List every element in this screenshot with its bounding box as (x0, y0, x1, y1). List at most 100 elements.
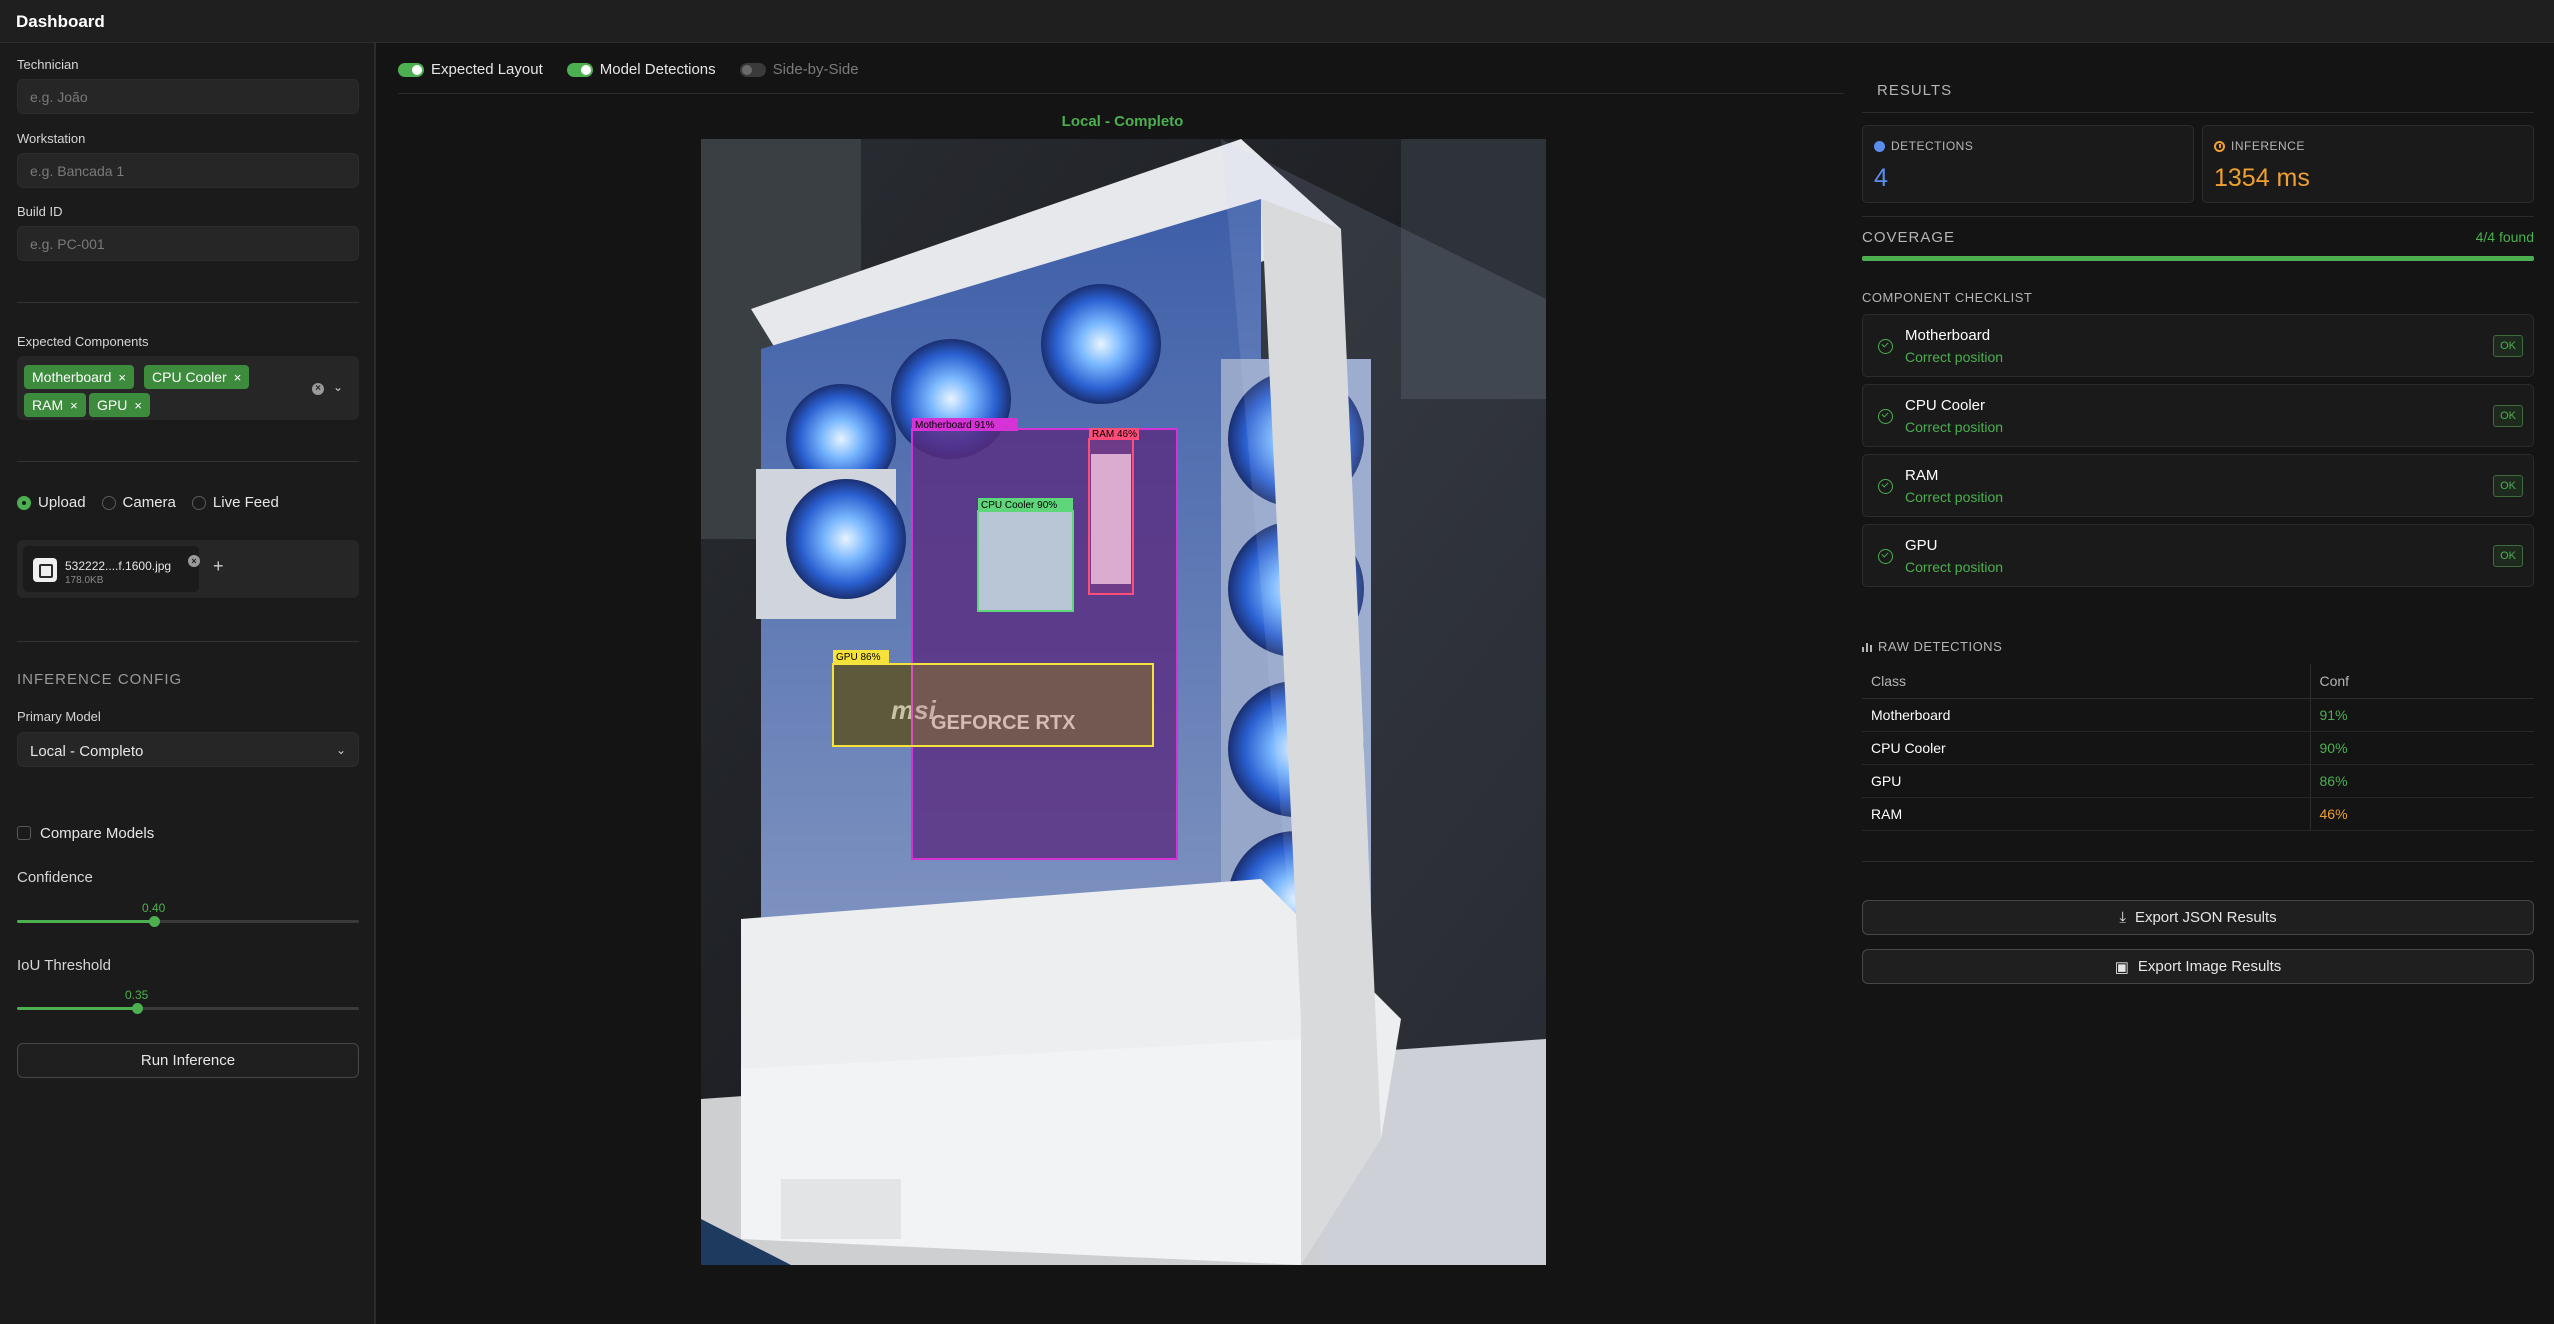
divider (1862, 861, 2534, 862)
divider (17, 302, 359, 303)
confidence-label: Confidence (17, 869, 93, 886)
tag-remove-icon[interactable]: × (234, 370, 242, 385)
conf-cell: 86% (2310, 764, 2534, 798)
radio-label: Live Feed (212, 494, 279, 511)
check-circle-icon (1878, 479, 1893, 494)
class-cell: CPU Cooler (1862, 731, 2311, 765)
add-file-icon[interactable]: + (213, 556, 224, 577)
view-toggles: Expected Layout Model Detections Side-by… (398, 61, 859, 78)
toggle-switch (398, 62, 424, 77)
checklist-status: Correct position (1905, 489, 2004, 505)
inference-card: INFERENCE 1354 ms (2202, 125, 2534, 203)
chevron-down-icon[interactable]: ⌄ (333, 380, 343, 394)
radio-dot (191, 495, 206, 510)
workstation-label: Workstation (17, 131, 86, 146)
file-upload-area[interactable]: 532222....f.1600.jpg 178.0KB × + (17, 540, 359, 598)
raw-detections-heading: RAW DETECTIONS (1862, 639, 2002, 654)
build-id-label: Build ID (17, 204, 63, 219)
detections-label: DETECTIONS (1891, 139, 1974, 153)
radio-dot (17, 495, 31, 510)
class-cell: RAM (1862, 797, 2311, 831)
file-card: 532222....f.1600.jpg 178.0KB × (23, 546, 200, 592)
top-bar: Dashboard (0, 0, 2554, 43)
viewer-panel: Expected Layout Model Detections Side-by… (378, 43, 1848, 1324)
coverage-label: COVERAGE (1862, 229, 1956, 246)
workstation-input[interactable] (17, 153, 359, 188)
toggle-switch (739, 62, 766, 77)
gpu-detection-box (832, 663, 1154, 747)
column-header-conf: Conf (2310, 664, 2534, 699)
motherboard-detection-label: Motherboard 91% (915, 420, 995, 431)
radio-label: Upload (38, 494, 86, 511)
sidebar: Technician Workstation Build ID Expected… (0, 43, 376, 1324)
radio-upload[interactable]: Upload (17, 494, 86, 511)
checklist-item-cpu-cooler: CPU Cooler Correct position OK (1862, 384, 2534, 447)
conf-cell: 46% (2310, 797, 2534, 831)
iou-threshold-label: IoU Threshold (17, 957, 111, 974)
primary-model-label: Primary Model (17, 709, 101, 724)
inspection-image: msi GEFORCE RTX Motherboard 91% RAM 46% … (701, 139, 1546, 1265)
tag-label: Motherboard (32, 369, 112, 385)
compare-models-checkbox[interactable] (17, 826, 31, 840)
export-image-button[interactable]: ▣ Export Image Results (1862, 949, 2534, 984)
inference-config-heading: INFERENCE CONFIG (17, 671, 183, 688)
tag-label: GPU (97, 397, 128, 413)
toggle-expected-layout[interactable]: Expected Layout (398, 61, 543, 78)
remove-file-icon[interactable]: × (188, 555, 200, 567)
pc-case-photo: msi GEFORCE RTX Motherboard 91% RAM 46% … (701, 139, 1546, 1265)
tag-cpu-cooler: CPU Cooler × (144, 365, 250, 389)
status-badge: OK (2493, 545, 2523, 567)
check-circle-icon (1878, 339, 1893, 354)
checklist-name: CPU Cooler (1905, 397, 1986, 414)
clear-all-icon[interactable]: × (312, 383, 324, 395)
tag-remove-icon[interactable]: × (134, 398, 142, 413)
iou-slider[interactable] (17, 998, 359, 1018)
table-row: Motherboard 91% (1862, 698, 2534, 732)
radio-camera[interactable]: Camera (101, 494, 176, 511)
checklist-name: RAM (1905, 467, 1939, 484)
status-badge: OK (2493, 475, 2523, 497)
cpu-cooler-detection-label: CPU Cooler 90% (981, 500, 1057, 511)
checklist-name: Motherboard (1905, 327, 1991, 344)
run-inference-button[interactable]: Run Inference (17, 1043, 359, 1078)
motherboard-detection-box (911, 428, 1178, 860)
model-title: Local - Completo (1061, 113, 1184, 130)
expected-components-select[interactable]: Motherboard × CPU Cooler × RAM × GPU × ×… (17, 356, 359, 420)
toggle-model-detections[interactable]: Model Detections (566, 61, 716, 78)
checklist-item-gpu: GPU Correct position OK (1862, 524, 2534, 587)
ram-detection-box (1088, 438, 1134, 595)
chevron-down-icon: ⌄ (335, 743, 346, 757)
toggle-label: Expected Layout (431, 61, 543, 78)
checklist-status: Correct position (1905, 559, 2004, 575)
gpu-detection-label: GPU 86% (836, 652, 881, 663)
table-row: GPU 86% (1862, 764, 2534, 798)
toggle-label: Model Detections (599, 61, 716, 78)
export-json-button[interactable]: ⤓ Export JSON Results (1862, 900, 2534, 935)
clock-icon (2214, 140, 2225, 152)
tag-remove-icon[interactable]: × (70, 398, 78, 413)
column-header-class: Class (1862, 664, 2311, 699)
check-circle-icon (1878, 409, 1893, 424)
build-id-input[interactable] (17, 226, 359, 261)
download-icon: ⤓ (2119, 909, 2126, 926)
tag-label: CPU Cooler (152, 369, 227, 385)
slider-thumb[interactable] (149, 916, 160, 927)
compare-models-label: Compare Models (40, 825, 155, 842)
source-radio-group: Upload Camera Live Feed (17, 494, 279, 511)
conf-cell: 90% (2310, 731, 2534, 765)
table-row: CPU Cooler 90% (1862, 731, 2534, 765)
primary-model-select[interactable]: Local - Completo ⌄ (17, 732, 359, 767)
image-icon: ▣ (2114, 958, 2129, 976)
toggle-side-by-side[interactable]: Side-by-Side (739, 61, 859, 78)
tag-remove-icon[interactable]: × (118, 370, 126, 385)
table-row: RAM 46% (1862, 797, 2534, 831)
radio-label: Camera (122, 494, 176, 511)
confidence-slider[interactable] (17, 911, 359, 931)
conf-cell: 91% (2310, 698, 2534, 732)
technician-input[interactable] (17, 79, 359, 114)
slider-thumb[interactable] (132, 1003, 143, 1014)
radio-live-feed[interactable]: Live Feed (191, 494, 279, 511)
radio-dot (101, 495, 116, 510)
divider (398, 93, 1844, 94)
slider-fill (17, 1007, 137, 1010)
